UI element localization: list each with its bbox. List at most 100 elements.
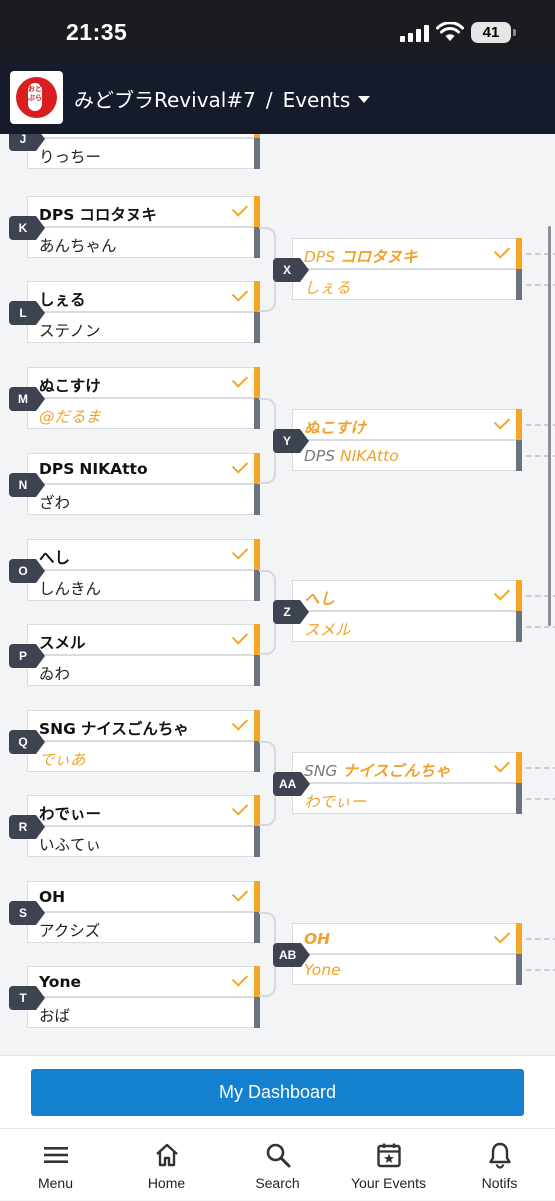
- checkmark-icon: [231, 371, 249, 388]
- participant-name: DPS コロタヌキ: [304, 245, 418, 267]
- match-label-badge: Q: [9, 730, 45, 754]
- app-logo[interactable]: おどぶら: [10, 71, 63, 124]
- search-icon: [266, 1143, 290, 1168]
- participant-slot[interactable]: いふてぃ: [27, 825, 260, 857]
- participant-slot[interactable]: あんちゃん: [27, 226, 260, 258]
- participant-slot[interactable]: へし: [27, 538, 260, 570]
- player-name: ステノン: [39, 322, 101, 340]
- bracket-view[interactable]: りっちー J DPS コロタヌキ あんちゃん K しぇる ステノン L ぬこすけ @だるま M DPS N…: [0, 134, 555, 1055]
- caret-down-icon[interactable]: [358, 96, 371, 103]
- score-bar: [516, 782, 522, 814]
- participant-slot[interactable]: @だるま: [27, 397, 260, 429]
- tab-your-events[interactable]: Your Events: [333, 1129, 444, 1201]
- match-label-badge: T: [9, 986, 45, 1010]
- participant-slot[interactable]: ステノン: [27, 311, 260, 343]
- participant-name: しぇる: [39, 288, 86, 310]
- participant-slot[interactable]: SNG ナイスごんちゃ: [27, 709, 260, 741]
- player-name: スメル: [304, 621, 351, 639]
- participant-slot[interactable]: スメル: [292, 610, 522, 642]
- match-label-badge: M: [9, 387, 45, 411]
- menu-icon: [43, 1147, 68, 1163]
- participant-slot[interactable]: わでぃー: [27, 794, 260, 826]
- participant-name: アクシズ: [39, 919, 100, 941]
- participant-slot[interactable]: DPS NIKAtto: [292, 439, 522, 471]
- player-name: わでぃー: [304, 793, 367, 811]
- player-name: いふてぃ: [39, 836, 102, 854]
- score-bar: [254, 996, 260, 1028]
- score-bar: [254, 137, 260, 169]
- dashed-connector: [526, 767, 555, 769]
- dashboard-bar: My Dashboard: [0, 1055, 555, 1128]
- checkmark-icon: [231, 885, 249, 902]
- player-name: NIKAtto: [79, 460, 148, 478]
- participant-slot[interactable]: ざわ: [27, 483, 260, 515]
- score-bar: [516, 751, 522, 783]
- player-name: スメル: [39, 634, 86, 652]
- scrollbar[interactable]: [548, 226, 551, 626]
- score-bar: [254, 195, 260, 227]
- participant-name: しぇる: [304, 276, 351, 298]
- player-name: しぇる: [304, 279, 351, 297]
- checkmark-icon: [231, 799, 249, 816]
- score-bar: [254, 483, 260, 515]
- score-bar: [516, 953, 522, 985]
- participant-slot[interactable]: OH: [27, 880, 260, 912]
- participant-slot[interactable]: ゐわ: [27, 654, 260, 686]
- participant-name: DPS コロタヌキ: [39, 203, 157, 225]
- match-label-badge: L: [9, 301, 45, 325]
- score-bar: [516, 268, 522, 300]
- participant-slot[interactable]: DPS コロタヌキ: [292, 237, 522, 269]
- player-name: NIKAtto: [340, 447, 399, 465]
- participant-slot[interactable]: DPS NIKAtto: [27, 452, 260, 484]
- player-name: でぃあ: [39, 751, 86, 769]
- participant-slot[interactable]: おば: [27, 996, 260, 1028]
- participant-slot[interactable]: でぃあ: [27, 740, 260, 772]
- match-label-badge: J: [9, 134, 45, 151]
- participant-slot[interactable]: へし: [292, 579, 522, 611]
- participant-name: ぬこすけ: [304, 416, 366, 438]
- my-dashboard-button[interactable]: My Dashboard: [31, 1069, 524, 1116]
- player-name: りっちー: [39, 148, 102, 166]
- dashed-connector: [526, 798, 555, 800]
- tab-home[interactable]: Home: [111, 1129, 222, 1201]
- participant-name: @だるま: [39, 405, 101, 427]
- participant-slot[interactable]: DPS コロタヌキ: [27, 195, 260, 227]
- participant-slot[interactable]: ぬこすけ: [292, 408, 522, 440]
- player-name: コロタヌキ: [340, 248, 418, 266]
- participant-name: ステノン: [39, 319, 101, 341]
- tab-notifs[interactable]: Notifs: [444, 1129, 555, 1201]
- participant-slot[interactable]: りっちー: [27, 137, 260, 169]
- logo-disc: おどぶら: [16, 77, 57, 118]
- participant-slot[interactable]: アクシズ: [27, 911, 260, 943]
- participant-name: スメル: [304, 618, 351, 640]
- participant-slot[interactable]: ぬこすけ: [27, 366, 260, 398]
- status-time: 21:35: [66, 19, 128, 45]
- match-label-badge: S: [9, 901, 45, 925]
- match-label-badge: O: [9, 559, 45, 583]
- match-label-badge: X: [273, 258, 309, 282]
- checkmark-icon: [231, 714, 249, 731]
- app-title[interactable]: みどブラRevival#7: [74, 88, 256, 112]
- participant-slot[interactable]: スメル: [27, 623, 260, 655]
- player-name: ナイスごんちゃ: [342, 762, 451, 780]
- bell-icon: [488, 1142, 511, 1169]
- participant-slot[interactable]: しんきん: [27, 569, 260, 601]
- participant-slot[interactable]: しぇる: [27, 280, 260, 312]
- breadcrumb: みどブラRevival#7 / Events: [74, 84, 371, 113]
- dashed-connector: [526, 969, 555, 971]
- checkmark-icon: [493, 242, 511, 259]
- checkmark-icon: [231, 543, 249, 560]
- tab-menu[interactable]: Menu: [0, 1129, 111, 1201]
- events-dropdown-label[interactable]: Events: [283, 88, 351, 112]
- logo-text: おどぶら: [28, 83, 42, 111]
- tab-search[interactable]: Search: [222, 1129, 333, 1201]
- participant-slot[interactable]: Yone: [27, 965, 260, 997]
- score-bar: [254, 538, 260, 570]
- match-label-badge: Y: [273, 429, 309, 453]
- participant-slot[interactable]: わでぃー: [292, 782, 522, 814]
- participant-slot[interactable]: Yone: [292, 953, 522, 985]
- participant-slot[interactable]: SNG ナイスごんちゃ: [292, 751, 522, 783]
- participant-slot[interactable]: しぇる: [292, 268, 522, 300]
- participant-slot[interactable]: OH: [292, 922, 522, 954]
- calendar-star-icon: [376, 1143, 401, 1168]
